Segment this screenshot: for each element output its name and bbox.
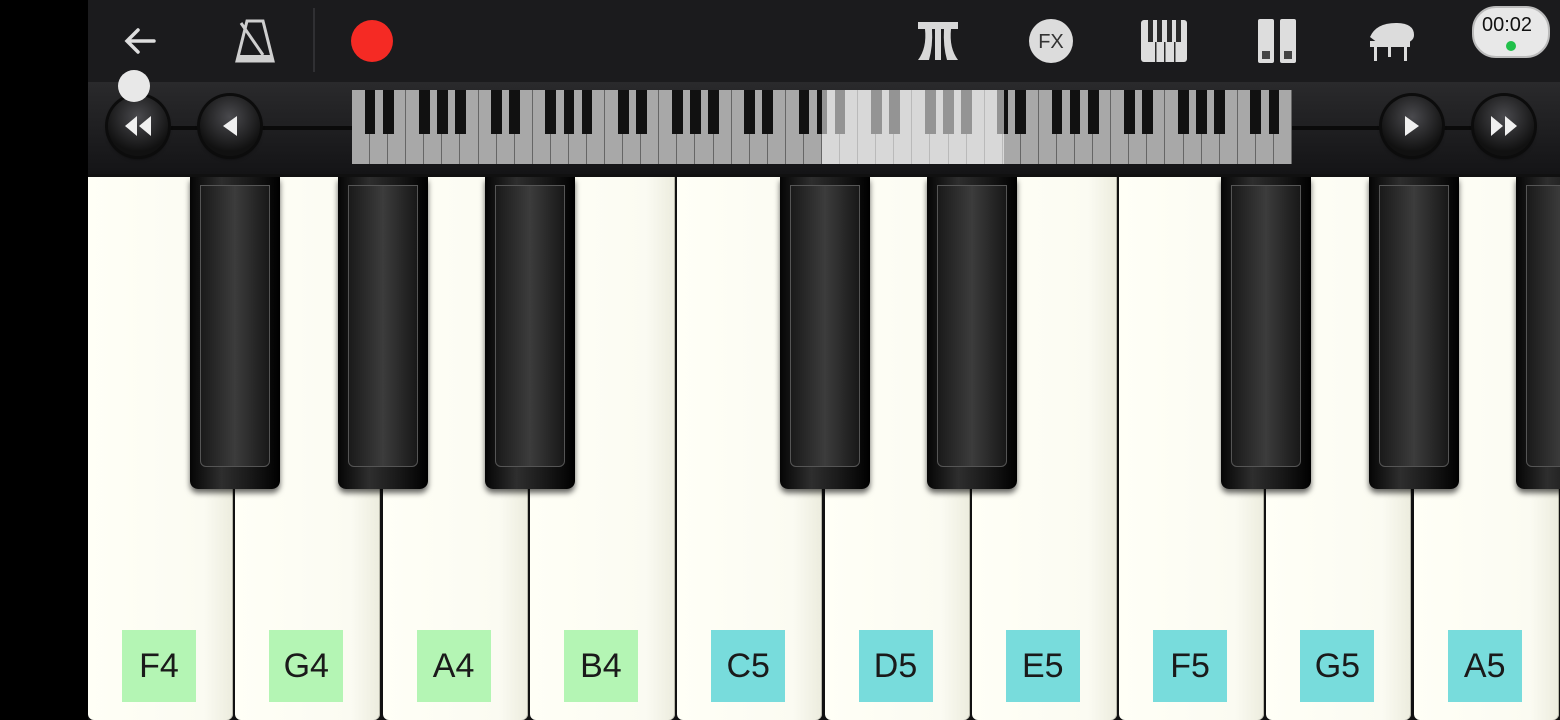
black-key[interactable] xyxy=(926,177,1017,489)
rewind-button[interactable] xyxy=(108,96,168,156)
overview-black-key xyxy=(1268,90,1280,134)
previous-icon xyxy=(223,116,237,136)
overview-black-key xyxy=(563,90,575,134)
black-key-face xyxy=(347,185,418,467)
overview-black-key xyxy=(1250,90,1262,134)
overview-black-key xyxy=(798,90,810,134)
overview-black-key xyxy=(436,90,448,134)
back-button[interactable] xyxy=(116,12,164,70)
note-label: F5 xyxy=(1153,630,1228,702)
piano-keyboard: F4 G4 A4 B4 C5 D5 E5 F5 G5 A5 xyxy=(88,174,1560,720)
overview-black-key xyxy=(382,90,394,134)
note-label: G5 xyxy=(1300,630,1375,702)
black-key[interactable] xyxy=(779,177,870,489)
overview-black-key xyxy=(1178,90,1189,134)
overview-black-key xyxy=(1015,90,1027,134)
black-key-face xyxy=(936,185,1007,467)
metronome-icon xyxy=(235,19,275,63)
top-toolbar: FX xyxy=(88,0,1560,82)
black-key[interactable] xyxy=(1221,177,1312,489)
note-label: E5 xyxy=(1005,630,1080,702)
fast-forward-button[interactable] xyxy=(1474,96,1534,156)
grand-piano-button[interactable] xyxy=(1366,12,1418,70)
rewind-icon xyxy=(125,116,151,136)
black-key[interactable] xyxy=(484,177,575,489)
overview-black-key xyxy=(635,90,647,134)
overview-black-key xyxy=(1196,90,1208,134)
overview-black-key xyxy=(1123,90,1135,134)
overview-black-key xyxy=(762,90,774,134)
black-key[interactable] xyxy=(1368,177,1459,489)
chord-button[interactable] xyxy=(914,12,962,70)
metronome-button[interactable] xyxy=(231,12,279,70)
recording-time: 00:02 xyxy=(1482,14,1533,36)
overview-black-key xyxy=(1069,90,1081,134)
black-key[interactable] xyxy=(337,177,428,489)
overview-black-key xyxy=(581,90,593,134)
note-label: D5 xyxy=(858,630,933,702)
black-key-face xyxy=(494,185,565,467)
overview-black-key xyxy=(455,90,466,134)
keyboard-lock-toggle[interactable] xyxy=(118,70,150,102)
black-key-face xyxy=(1378,185,1449,467)
black-key-face xyxy=(789,185,860,467)
next-button[interactable] xyxy=(1382,96,1442,156)
dual-keyboard-icon xyxy=(1258,19,1296,63)
record-button[interactable] xyxy=(350,12,394,70)
chord-icon xyxy=(918,22,958,60)
overview-black-key xyxy=(491,90,503,134)
overview-black-key xyxy=(418,90,430,134)
black-key-face xyxy=(1526,185,1560,467)
note-label: G4 xyxy=(269,630,344,702)
fx-icon: FX xyxy=(1029,19,1073,63)
note-label: A4 xyxy=(416,630,491,702)
previous-button[interactable] xyxy=(200,96,260,156)
overview-black-key xyxy=(690,90,701,134)
overview-black-key xyxy=(1087,90,1099,134)
overview-black-key xyxy=(708,90,719,134)
overview-black-key xyxy=(545,90,557,134)
keyboard-layout-button[interactable] xyxy=(1140,12,1188,70)
note-label: A5 xyxy=(1447,630,1522,702)
left-edge xyxy=(0,0,88,720)
edge-arc xyxy=(0,35,22,155)
note-label: C5 xyxy=(711,630,786,702)
recording-status-dot xyxy=(1506,41,1516,51)
fast-forward-icon xyxy=(1491,116,1517,136)
keyboard-layout-icon xyxy=(1141,20,1187,62)
black-key-face xyxy=(200,185,271,467)
overview-black-key xyxy=(1141,90,1153,134)
svg-text:FX: FX xyxy=(1038,31,1064,53)
toolbar-divider xyxy=(313,8,315,72)
overview-black-key xyxy=(1051,90,1063,134)
visible-range-highlight[interactable] xyxy=(822,90,1004,164)
overview-black-key xyxy=(1214,90,1226,134)
black-key-face xyxy=(1231,185,1302,467)
overview-black-key xyxy=(509,90,521,134)
screen-recorder-indicator[interactable]: 00:02 xyxy=(1472,6,1550,58)
overview-black-key xyxy=(364,90,376,134)
keyboard-overview-strip[interactable] xyxy=(352,90,1292,164)
dual-keyboard-button[interactable] xyxy=(1256,12,1298,70)
overview-black-key xyxy=(744,90,756,134)
note-label: F4 xyxy=(122,630,196,702)
overview-black-key xyxy=(671,90,683,134)
grand-piano-icon xyxy=(1370,23,1414,61)
next-icon xyxy=(1405,116,1419,136)
note-label: B4 xyxy=(563,630,638,702)
back-arrow-icon xyxy=(124,28,156,54)
overview-black-key xyxy=(617,90,629,134)
record-icon xyxy=(351,20,393,62)
fx-button[interactable]: FX xyxy=(1028,12,1074,70)
black-key[interactable] xyxy=(190,177,281,489)
black-key[interactable] xyxy=(1516,177,1560,489)
keyboard-navigator xyxy=(88,82,1560,174)
